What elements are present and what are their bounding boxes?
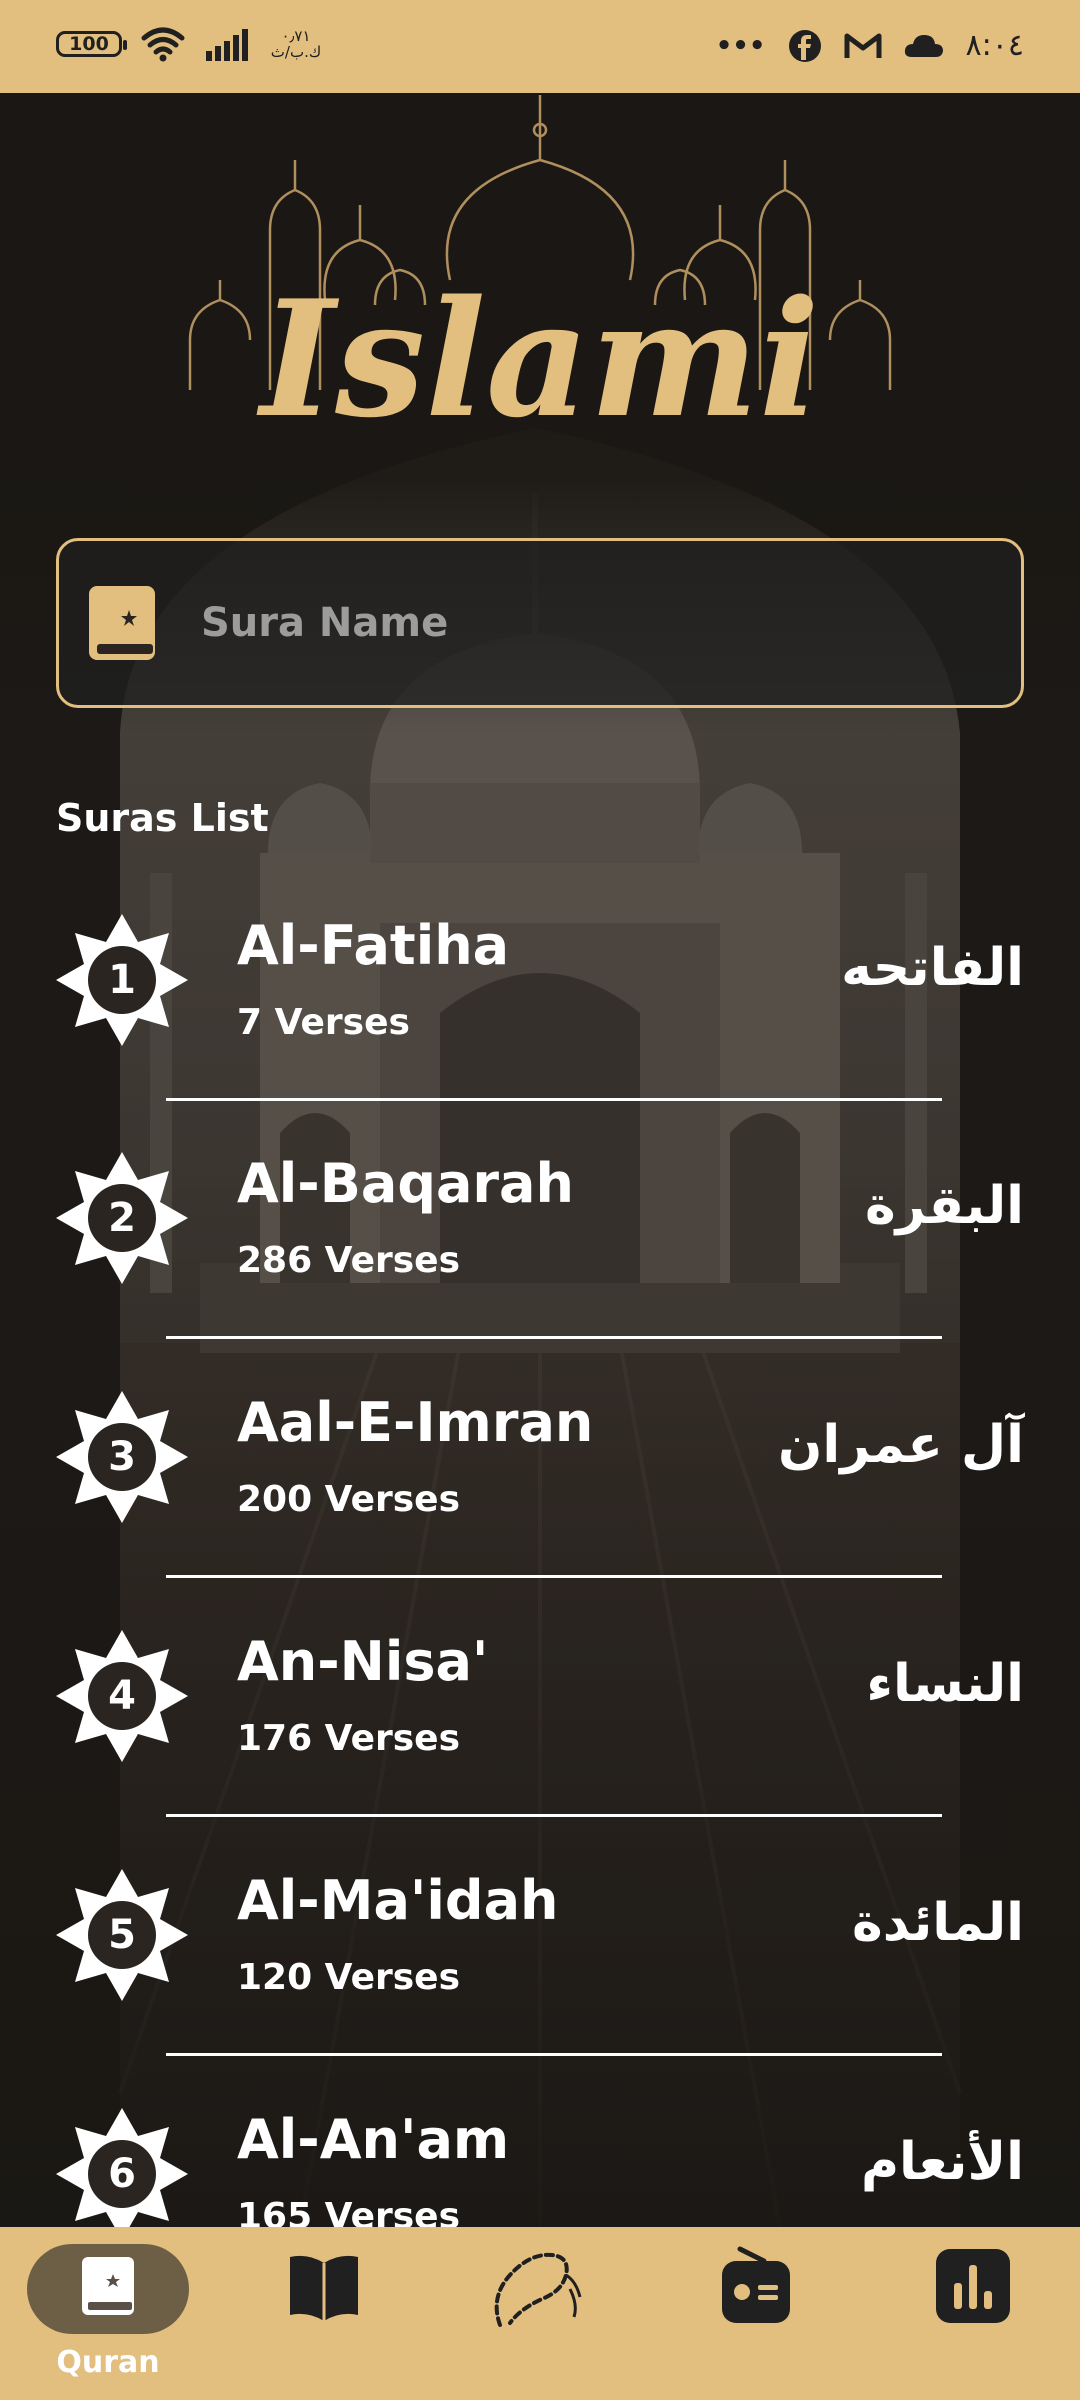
sura-verses-count: 176 Verses xyxy=(237,1718,461,1759)
sura-name-english: An-Nisa' xyxy=(237,1630,489,1693)
sura-name-english: Al-Ma'idah xyxy=(237,1869,559,1932)
status-right: ••• ٨:٠٤ xyxy=(716,28,1024,63)
sura-name-english: Al-An'am xyxy=(237,2108,510,2171)
bottom-navigation: Quran xyxy=(0,2227,1080,2400)
sura-list-item[interactable]: 4 An-Nisa' 176 Verses النساء xyxy=(0,1596,1080,1834)
app-logo: Islami xyxy=(188,95,892,430)
nav-item-time[interactable] xyxy=(864,2227,1080,2400)
sura-number: 6 xyxy=(108,2151,136,2197)
quran-book-icon xyxy=(82,2257,134,2315)
sura-number: 3 xyxy=(108,1434,136,1480)
nav-item-hadith[interactable] xyxy=(216,2227,432,2400)
sura-name-arabic: النساء xyxy=(866,1654,1024,1714)
suras-list-title: Suras List xyxy=(56,796,269,840)
sura-verses-count: 286 Verses xyxy=(237,1240,461,1281)
signal-icon xyxy=(206,29,248,61)
battery-indicator: 100 xyxy=(56,31,127,57)
divider xyxy=(166,1814,942,1817)
sura-verses-count: 200 Verses xyxy=(237,1479,461,1520)
sura-name-english: Al-Baqarah xyxy=(237,1152,574,1215)
sura-number: 5 xyxy=(108,1912,136,1958)
sura-name-arabic: المائدة xyxy=(852,1893,1024,1953)
sura-list-item[interactable]: 3 Aal-E-Imran 200 Verses آل عمران xyxy=(0,1357,1080,1595)
clock: ٨:٠٤ xyxy=(965,28,1024,63)
divider xyxy=(166,2053,942,2056)
quran-book-icon xyxy=(89,586,155,660)
sura-name-english: Aal-E-Imran xyxy=(237,1391,594,1454)
app-root: 100 ٠٫٧١ ك.ب/ث ••• ٨:٠٤ Islami Sura Name… xyxy=(0,0,1080,2400)
sura-search-box[interactable] xyxy=(56,538,1024,708)
sura-number: 4 xyxy=(108,1673,136,1719)
sura-search-input[interactable] xyxy=(199,540,1021,706)
sura-name-arabic: البقرة xyxy=(864,1176,1024,1236)
cloud-icon xyxy=(904,34,943,57)
prayer-beads-icon xyxy=(494,2252,582,2327)
sura-verses-count: 7 Verses xyxy=(237,1002,410,1043)
app-logo-wordmark: Islami xyxy=(256,265,819,430)
nav-item-quran[interactable]: Quran xyxy=(0,2227,216,2400)
network-speed: ٠٫٧١ ك.ب/ث xyxy=(270,28,322,60)
gmail-icon xyxy=(844,33,882,58)
sura-name-arabic: الفاتحه xyxy=(841,938,1024,998)
sura-list-item[interactable]: 2 Al-Baqarah 286 Verses البقرة xyxy=(0,1118,1080,1356)
nav-item-sebha[interactable] xyxy=(432,2227,648,2400)
open-book-icon xyxy=(290,2255,358,2321)
more-notifications-icon: ••• xyxy=(715,30,766,61)
facebook-icon xyxy=(788,29,821,62)
sura-name-arabic: الأنعام xyxy=(860,2132,1024,2192)
divider xyxy=(166,1575,942,1578)
sura-verses-count: 120 Verses xyxy=(237,1957,461,1998)
sura-number: 2 xyxy=(108,1195,136,1241)
network-speed-unit: ك.ب/ث xyxy=(270,43,322,61)
sura-list-item[interactable]: 5 Al-Ma'idah 120 Verses المائدة xyxy=(0,1835,1080,2073)
network-speed-value: ٠٫٧١ xyxy=(281,27,311,45)
sura-name-arabic: آل عمران xyxy=(778,1415,1024,1475)
nav-item-radio[interactable] xyxy=(648,2227,864,2400)
divider xyxy=(166,1336,942,1339)
sura-number: 1 xyxy=(108,957,136,1003)
nav-label-quran: Quran xyxy=(56,2345,160,2380)
bar-chart-icon xyxy=(936,2249,1010,2323)
radio-icon xyxy=(722,2246,790,2323)
status-left: 100 ٠٫٧١ ك.ب/ث xyxy=(56,26,322,62)
sura-name-english: Al-Fatiha xyxy=(237,914,510,977)
wifi-icon xyxy=(141,27,185,62)
status-bar: 100 ٠٫٧١ ك.ب/ث ••• ٨:٠٤ xyxy=(0,0,1080,93)
divider xyxy=(166,1098,942,1101)
sura-list-item[interactable]: 1 Al-Fatiha 7 Verses الفاتحه xyxy=(0,880,1080,1118)
